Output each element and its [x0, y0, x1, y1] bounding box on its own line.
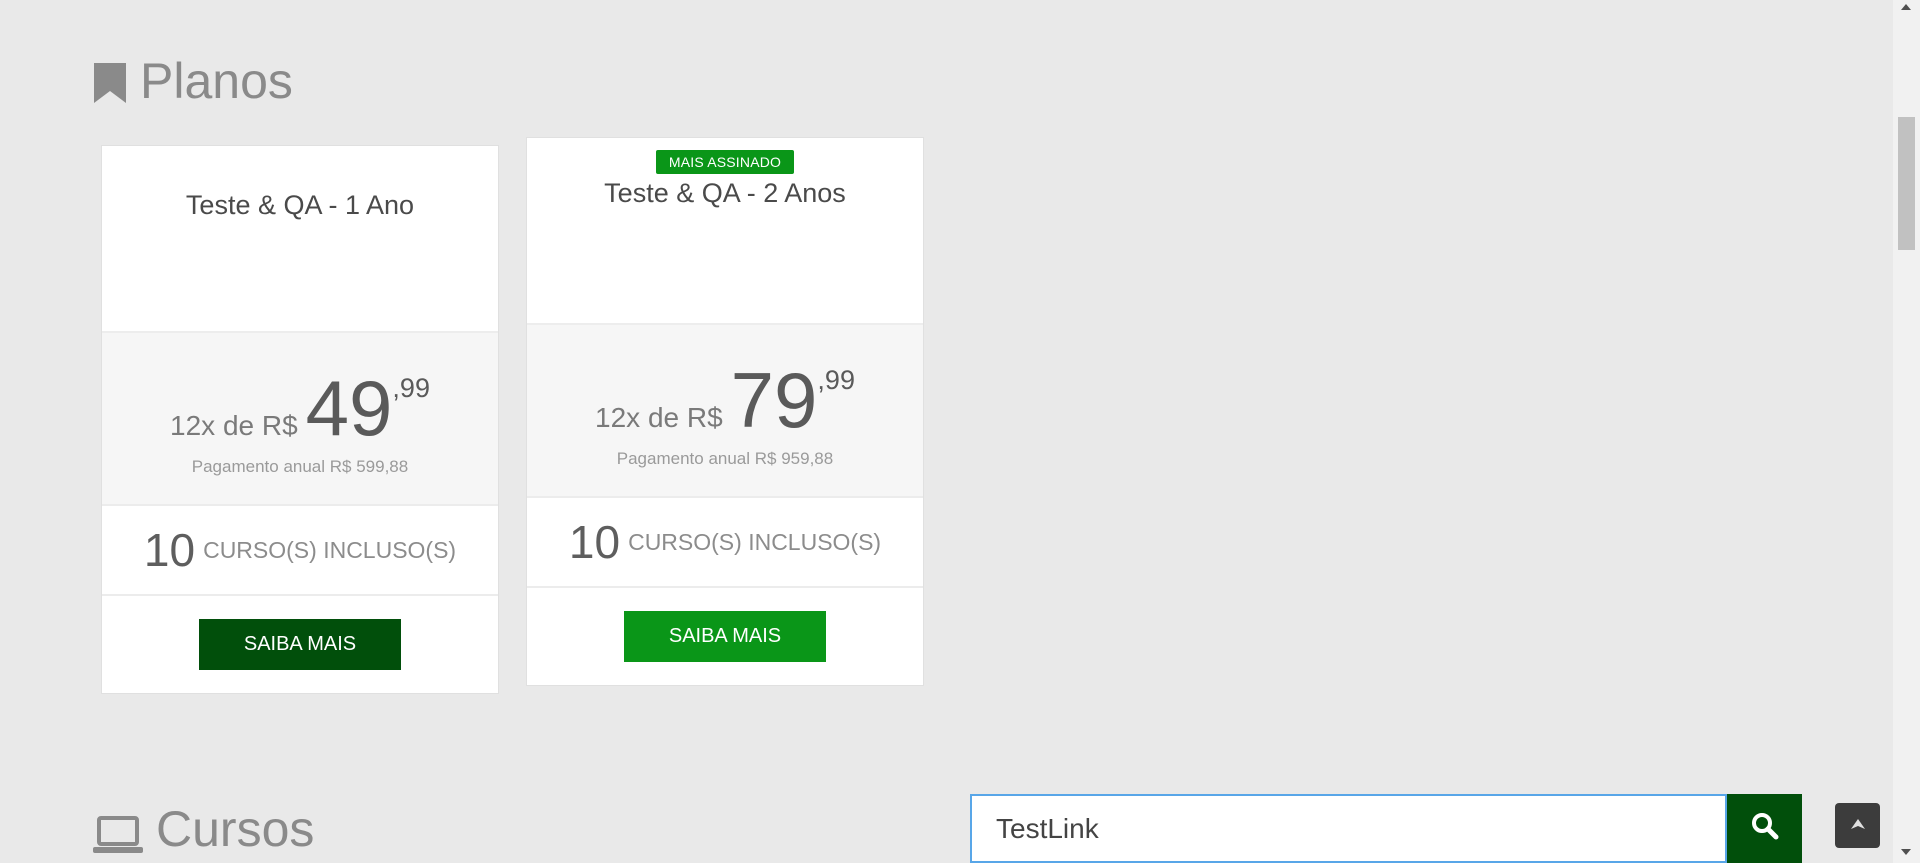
saiba-mais-button[interactable]: SAIBA MAIS [199, 619, 401, 670]
annual-payment: Pagamento anual R$ 599,88 [191, 457, 409, 476]
plan-cta-area: SAIBA MAIS [527, 588, 923, 685]
courses-count: 10 [568, 516, 621, 568]
planos-heading: Planos [92, 52, 293, 110]
search-button[interactable] [1727, 794, 1802, 863]
page-scrollbar[interactable] [1893, 0, 1920, 863]
cursos-title: Cursos [156, 801, 315, 857]
plan-price-block: 12x de R$ 49 ,99 Pagamento anual R$ 599,… [102, 333, 498, 506]
plan-card-header: MAIS ASSINADO Teste & QA - 2 Anos [527, 138, 923, 325]
price-cents: ,99 [817, 365, 855, 395]
plan-name: Teste & QA - 1 Ano [185, 190, 415, 220]
planos-title: Planos [140, 53, 293, 109]
plan-cta-area: SAIBA MAIS [102, 596, 498, 693]
price-prefix: 12x de R$ [595, 402, 723, 433]
plan-name: Teste & QA - 2 Anos [604, 178, 846, 208]
most-subscribed-badge: MAIS ASSINADO [655, 150, 795, 174]
cursos-heading: Cursos [92, 800, 314, 858]
courses-included: 10 CURSO(S) INCLUSO(S) [102, 506, 498, 596]
page: Planos Teste & QA - 1 Ano 12x de R$ 49 ,… [0, 0, 1920, 863]
bookmark-icon [92, 59, 128, 103]
scroll-thumb[interactable] [1898, 117, 1915, 250]
price-line: 12x de R$ 49 ,99 [102, 369, 498, 447]
courses-count: 10 [143, 524, 196, 576]
plan-card-header: Teste & QA - 1 Ano [102, 146, 498, 333]
plan-card-2-anos: MAIS ASSINADO Teste & QA - 2 Anos 12x de… [526, 137, 924, 686]
saiba-mais-button[interactable]: SAIBA MAIS [624, 611, 826, 662]
price-integer: 49 [305, 364, 393, 452]
annual-payment: Pagamento anual R$ 959,88 [616, 449, 834, 468]
price-integer: 79 [730, 356, 818, 444]
courses-label: CURSO(S) INCLUSO(S) [628, 528, 882, 555]
plan-card-1-ano: Teste & QA - 1 Ano 12x de R$ 49 ,99 Paga… [101, 145, 499, 694]
courses-label: CURSO(S) INCLUSO(S) [203, 536, 457, 563]
arrow-up-icon [1850, 817, 1866, 835]
scroll-down-arrow-icon[interactable] [1901, 849, 1911, 855]
price-prefix: 12x de R$ [170, 410, 298, 441]
search-input[interactable] [970, 794, 1727, 863]
courses-included: 10 CURSO(S) INCLUSO(S) [527, 498, 923, 588]
laptop-icon [92, 809, 144, 853]
scroll-up-arrow-icon[interactable] [1901, 4, 1911, 10]
search-icon [1751, 812, 1779, 845]
plan-price-block: 12x de R$ 79 ,99 Pagamento anual R$ 959,… [527, 325, 923, 498]
back-to-top-button[interactable] [1835, 803, 1880, 848]
price-cents: ,99 [392, 373, 430, 403]
price-line: 12x de R$ 79 ,99 [527, 361, 923, 439]
